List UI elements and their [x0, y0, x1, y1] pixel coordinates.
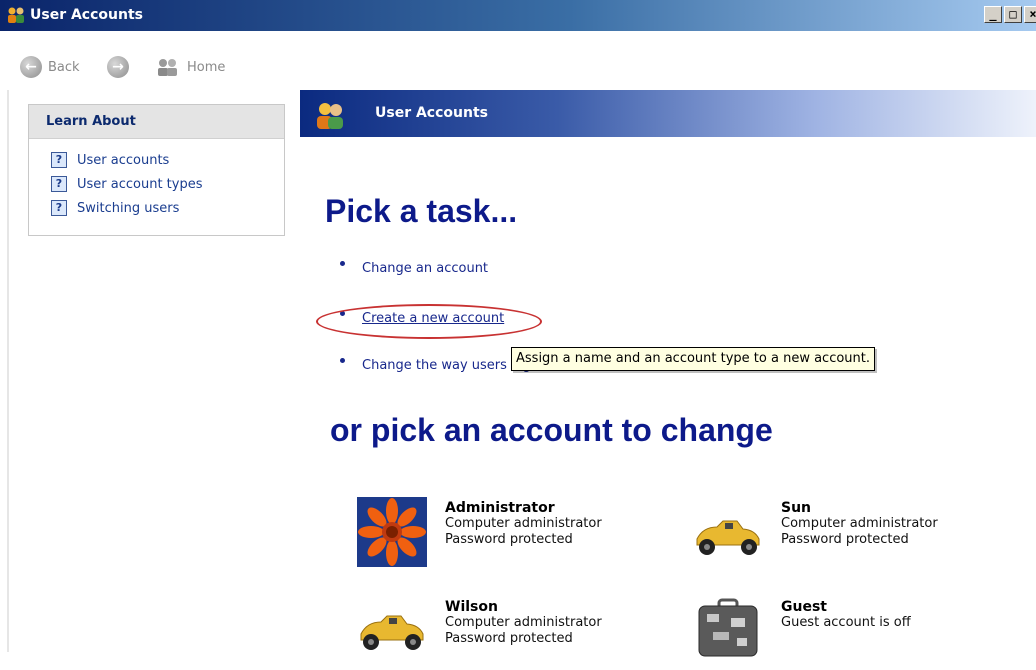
- maximize-button[interactable]: □: [1004, 6, 1022, 23]
- back-button[interactable]: ← Back: [20, 24, 80, 110]
- learn-item-user-accounts[interactable]: ? User accounts: [51, 151, 284, 169]
- back-label: Back: [48, 59, 80, 75]
- account-name: Wilson: [445, 599, 498, 615]
- toolbar: ← Back → Home: [0, 31, 1036, 89]
- help-icon: ?: [51, 176, 67, 192]
- account-status: Password protected: [781, 532, 909, 547]
- forward-button[interactable]: →: [107, 24, 135, 110]
- user-accounts-icon: [8, 7, 24, 23]
- account-name: Sun: [781, 500, 812, 516]
- window-title: User Accounts: [30, 7, 143, 23]
- help-icon: ?: [51, 152, 67, 168]
- account-guest[interactable]: Guest Guest account is off: [693, 596, 911, 666]
- pick-account-heading: or pick an account to change: [330, 412, 773, 448]
- learn-about-panel: Learn About ? User accounts ? User accou…: [28, 104, 285, 236]
- race-car-icon: [357, 596, 427, 666]
- home-users-icon: [158, 59, 177, 76]
- learn-item-switching-users[interactable]: ? Switching users: [51, 199, 284, 217]
- forward-arrow-icon: →: [107, 56, 129, 78]
- window-controls: _ □ ×: [984, 6, 1036, 23]
- account-wilson[interactable]: Wilson Computer administrator Password p…: [357, 596, 602, 666]
- section-banner: User Accounts: [300, 90, 1036, 137]
- account-status: Password protected: [445, 532, 573, 547]
- flower-icon: [357, 497, 427, 567]
- minimize-button[interactable]: _: [984, 6, 1002, 23]
- help-icon: ?: [51, 200, 67, 216]
- account-sun[interactable]: Sun Computer administrator Password prot…: [693, 497, 938, 567]
- home-label: Home: [187, 59, 226, 75]
- learn-item-label: User accounts: [77, 152, 170, 168]
- close-button[interactable]: ×: [1024, 6, 1036, 23]
- back-arrow-icon: ←: [20, 56, 42, 78]
- home-button[interactable]: Home: [155, 24, 225, 110]
- account-type: Computer administrator: [781, 516, 938, 531]
- bullet: [340, 358, 345, 363]
- suitcase-icon: [693, 596, 763, 666]
- account-administrator[interactable]: Administrator Computer administrator Pas…: [357, 497, 602, 567]
- learn-item-label: Switching users: [77, 200, 180, 216]
- account-type: Computer administrator: [445, 615, 602, 630]
- banner-title: User Accounts: [375, 105, 488, 121]
- account-status: Password protected: [445, 631, 573, 646]
- task-change-account[interactable]: Change an account: [340, 261, 488, 276]
- race-car-icon: [693, 497, 763, 567]
- left-edge-trim: [7, 90, 9, 652]
- account-type: Computer administrator: [445, 516, 602, 531]
- bullet: [340, 261, 345, 266]
- account-status: Guest account is off: [781, 615, 911, 630]
- user-accounts-banner-icon: [317, 103, 343, 129]
- account-name: Guest: [781, 599, 827, 615]
- tooltip: Assign a name and an account type to a n…: [511, 347, 876, 371]
- task-label: Change an account: [362, 261, 489, 276]
- learn-item-label: User account types: [77, 176, 203, 192]
- highlight-annotation: [316, 304, 542, 339]
- pick-task-heading: Pick a task...: [325, 193, 518, 229]
- account-name: Administrator: [445, 500, 555, 516]
- learn-item-user-account-types[interactable]: ? User account types: [51, 175, 284, 193]
- learn-about-heading: Learn About: [29, 105, 284, 139]
